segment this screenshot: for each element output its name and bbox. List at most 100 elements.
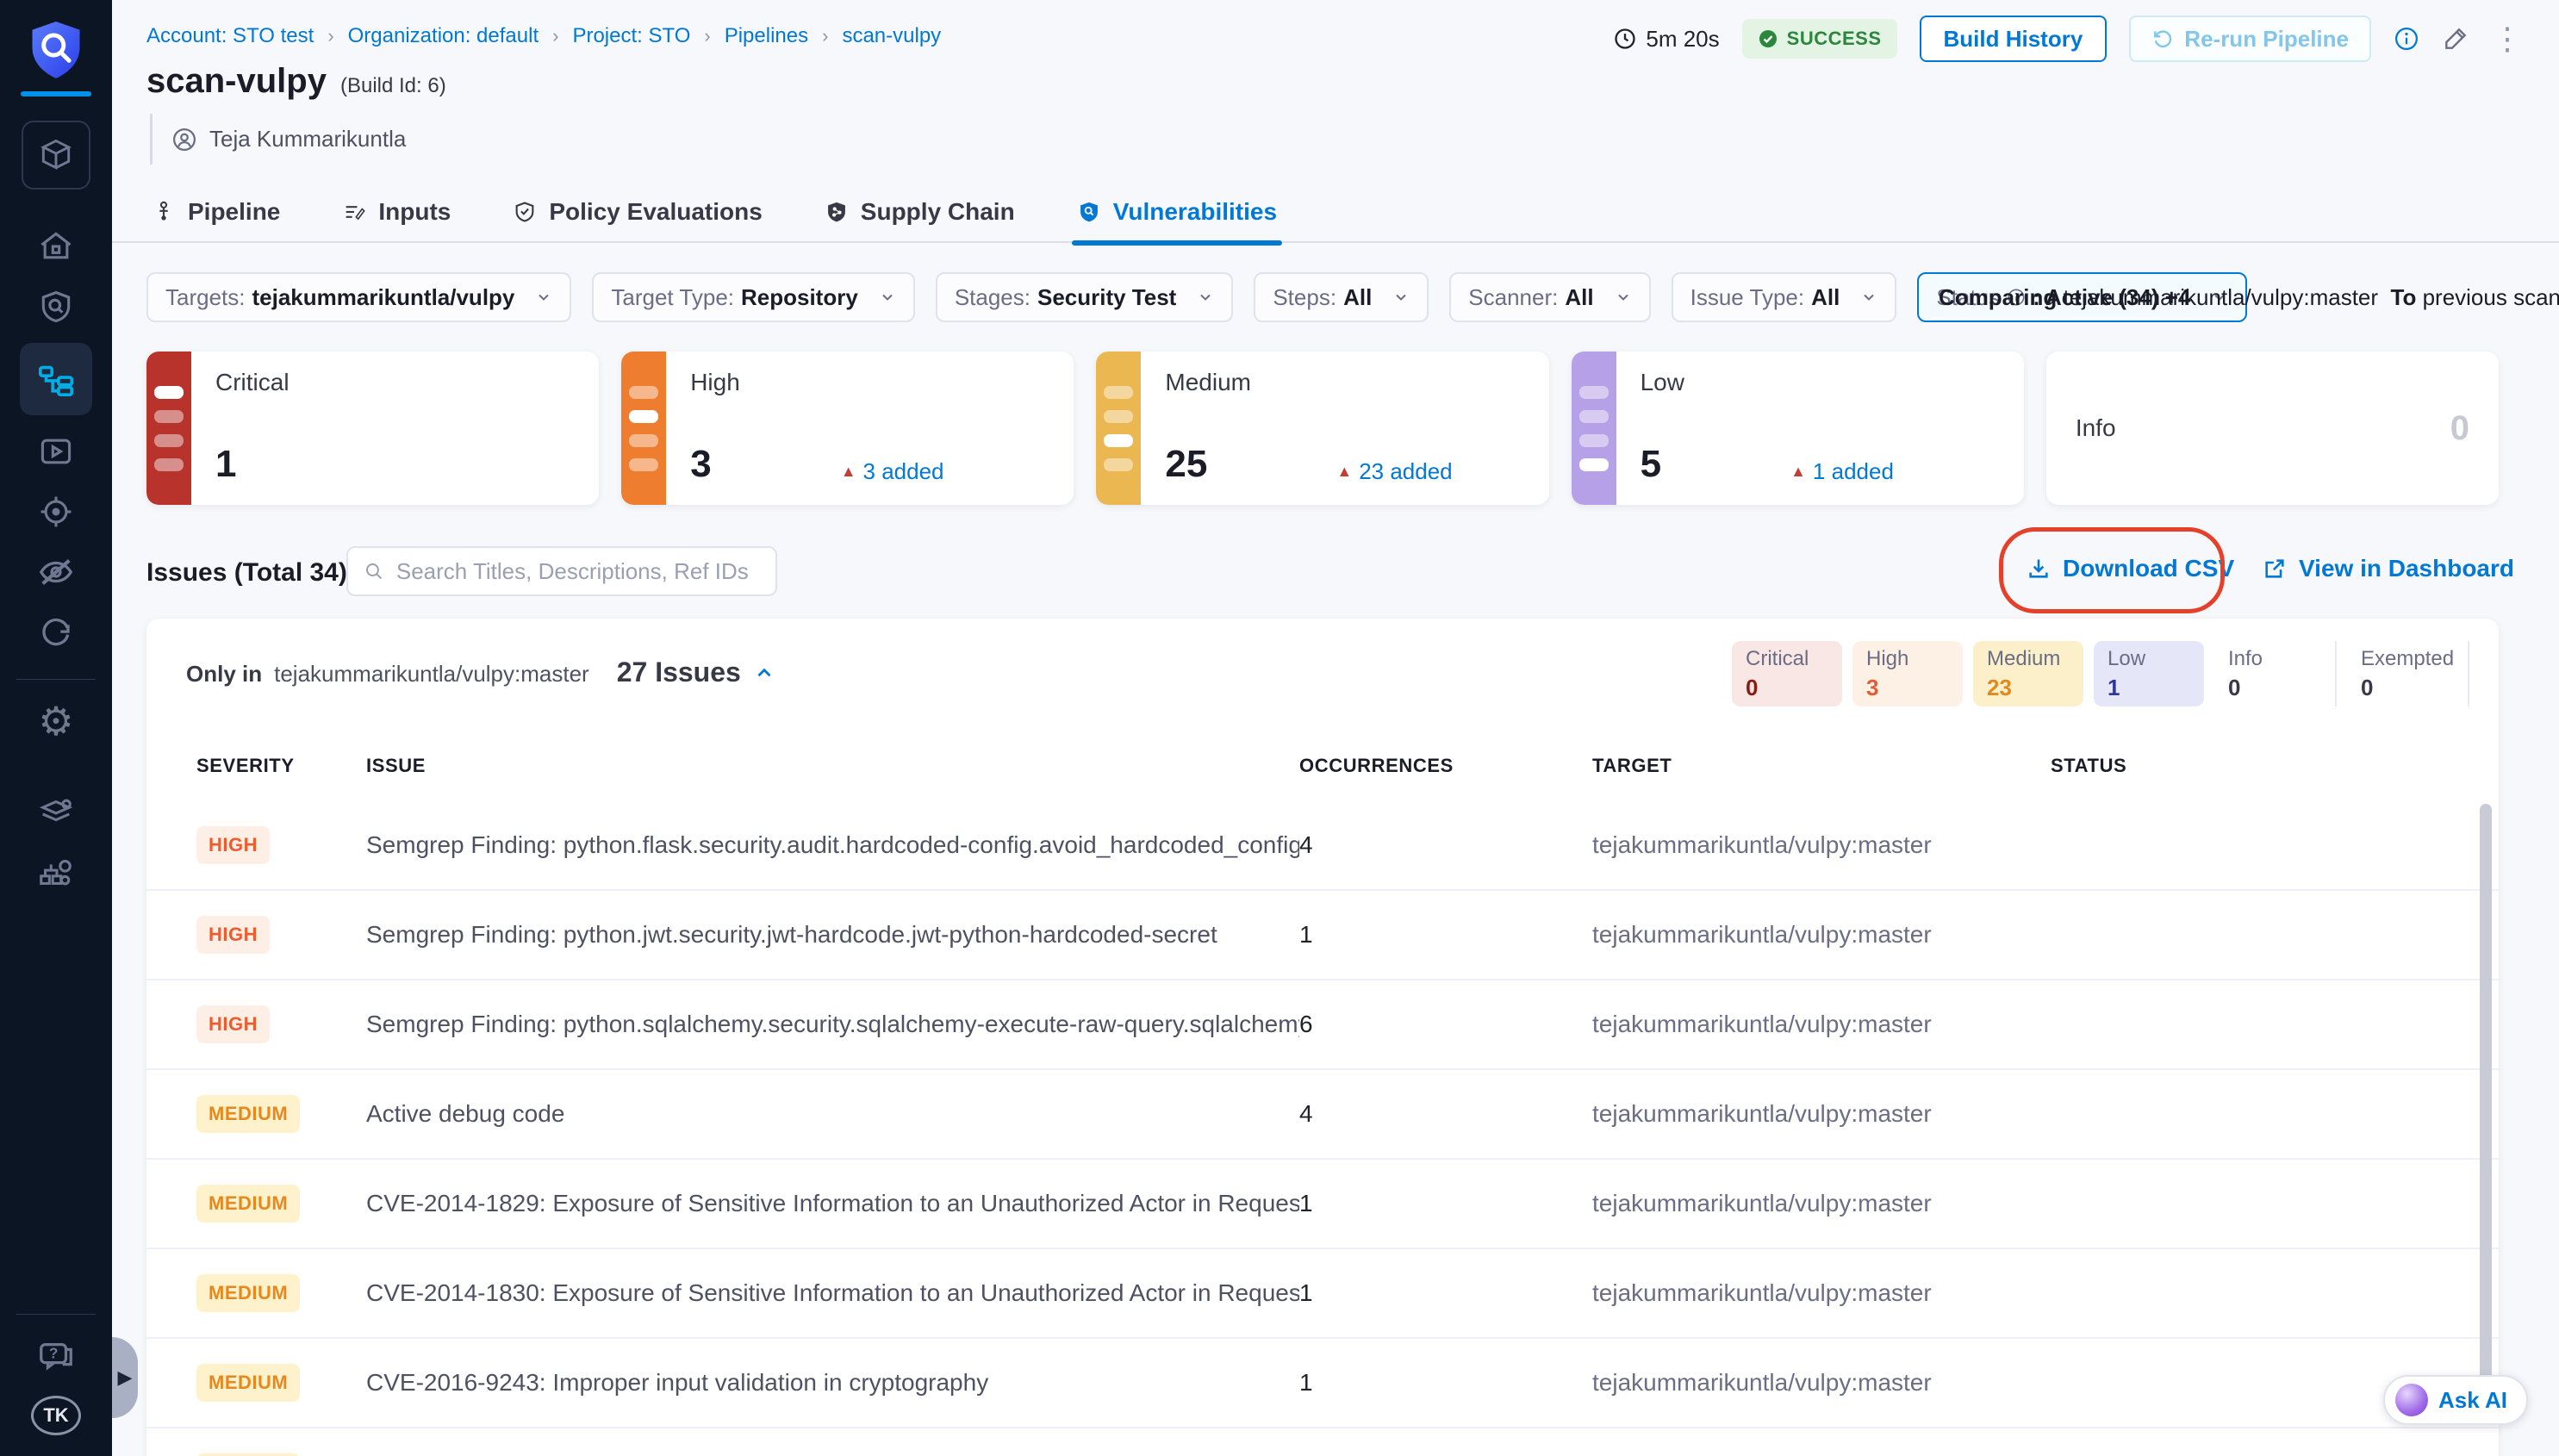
issue-row[interactable]: HIGH Semgrep Finding: python.sqlalchemy.… (146, 980, 2499, 1070)
breadcrumb-current[interactable]: scan-vulpy (842, 24, 941, 48)
chevron-up-icon[interactable] (753, 662, 775, 684)
issue-row[interactable]: HIGH Semgrep Finding: python.flask.secur… (146, 801, 2499, 891)
info-icon[interactable] (2394, 26, 2419, 52)
sidebar-item-project-settings[interactable]: ⚙ (20, 694, 92, 749)
tab-inputs[interactable]: Inputs (342, 182, 451, 242)
chevron-down-icon (1615, 289, 1632, 306)
breadcrumb-account[interactable]: Account: STO test (146, 24, 314, 48)
tab-supply-chain[interactable]: Supply Chain (825, 182, 1015, 242)
breadcrumb-pipelines[interactable]: Pipelines (725, 24, 808, 48)
rerun-icon (2151, 28, 2174, 50)
download-csv-button[interactable]: Download CSV (2027, 555, 2234, 582)
view-in-dashboard-button[interactable]: View in Dashboard (2263, 555, 2514, 582)
triangle-up-icon: ▲ (1336, 463, 1352, 481)
sidebar-item-default-settings[interactable] (20, 785, 92, 840)
sidebar-item-test-targets[interactable] (20, 484, 92, 539)
pipelines-graph-icon (36, 359, 76, 399)
search-input[interactable] (396, 558, 760, 585)
triggered-by-user: Teja Kummarikuntla (150, 114, 406, 165)
new-issues-indicator: ▲3 added (841, 458, 944, 485)
ask-ai-button[interactable]: Ask AI (2383, 1375, 2528, 1425)
sidebar-item-pipelines-active[interactable] (20, 343, 92, 415)
search-icon (364, 560, 384, 582)
tab-pipeline[interactable]: Pipeline (152, 182, 280, 242)
tab-policy-evaluations[interactable]: Policy Evaluations (513, 182, 762, 242)
chip-low: Low1 (2094, 641, 2204, 706)
issue-row[interactable]: MEDIUM Active debug code 4 tejakummariku… (146, 1070, 2499, 1160)
severity-card-medium[interactable]: Medium 25 ▲23 added (1096, 352, 1548, 505)
chip-info: Info0 (2214, 641, 2325, 706)
more-options-icon[interactable]: ⋮ (2492, 27, 2523, 52)
filter-stages[interactable]: Stages:Security Test (936, 272, 1234, 322)
tab-vulnerabilities[interactable]: Vulnerabilities (1077, 182, 1277, 242)
nav-accent-bar (21, 91, 91, 96)
filter-target-type[interactable]: Target Type:Repository (592, 272, 914, 322)
sidebar-item-org-resources[interactable] (20, 845, 92, 900)
user-avatar[interactable]: TK (31, 1396, 81, 1435)
severity-count-chips: Critical0 High3 Medium23 Low1 Info0 Exem… (1732, 641, 2469, 706)
pipeline-tab-icon (152, 200, 176, 224)
rerun-pipeline-button[interactable]: Re-run Pipeline (2129, 16, 2371, 62)
expand-arrow-icon: ▶ (118, 1366, 133, 1389)
issues-group-header[interactable]: Only in tejakummarikuntla/vulpy:master 2… (186, 656, 775, 688)
sidebar-item-security-review[interactable] (20, 544, 92, 600)
layers-gear-icon (36, 793, 76, 832)
chip-critical: Critical0 (1732, 641, 1842, 706)
module-selector[interactable] (22, 121, 90, 190)
vulnerabilities-shield-icon (1077, 200, 1101, 224)
breadcrumb-org[interactable]: Organization: default (348, 24, 539, 48)
harness-sto-logo-icon (28, 19, 84, 81)
build-history-button[interactable]: Build History (1920, 16, 2108, 62)
critical-gauge-icon (146, 352, 191, 505)
build-id-label: (Build Id: 6) (340, 74, 446, 98)
severity-badge: HIGH (196, 1005, 270, 1043)
issue-row[interactable]: MEDIUM CVE-2014-1829: Exposure of Sensit… (146, 1160, 2499, 1249)
issues-total-heading: Issues (Total 34) (146, 558, 347, 588)
filter-steps[interactable]: Steps:All (1254, 272, 1429, 322)
issue-row[interactable]: MEDIUM CVE-2017-11424: PyJWT... 1 tejaku… (146, 1428, 2499, 1456)
chip-divider (2335, 641, 2337, 706)
check-circle-icon (1758, 28, 1778, 49)
table-scrollbar[interactable] (2480, 804, 2492, 1398)
download-icon (2027, 557, 2051, 581)
supply-chain-shield-icon (825, 200, 849, 224)
filter-scanner[interactable]: Scanner:All (1449, 272, 1650, 322)
issues-table-header: SEVERITY ISSUE OCCURRENCES TARGET STATUS (196, 755, 2449, 777)
sidebar-divider (16, 1314, 96, 1315)
new-issues-indicator: ▲1 added (1790, 458, 1894, 485)
severity-badge: MEDIUM (196, 1185, 300, 1223)
breadcrumb-project[interactable]: Project: STO (572, 24, 690, 48)
external-link-icon (2263, 557, 2287, 581)
executions-play-icon (37, 432, 75, 470)
severity-card-low[interactable]: Low 5 ▲1 added (1572, 352, 2024, 505)
sidebar-item-getting-started[interactable] (20, 605, 92, 660)
chip-high: High3 (1852, 641, 1963, 706)
issues-search[interactable] (346, 546, 777, 596)
sidebar-item-help[interactable]: ? (20, 1328, 92, 1384)
issue-row[interactable]: HIGH Semgrep Finding: python.jwt.securit… (146, 891, 2499, 980)
filter-issue-type[interactable]: Issue Type:All (1672, 272, 1897, 322)
severity-card-high[interactable]: High 3 ▲3 added (621, 352, 1074, 505)
user-icon (171, 127, 197, 152)
sidebar-item-executions[interactable] (20, 424, 92, 479)
sidebar-item-overview[interactable] (20, 279, 92, 334)
issue-row[interactable]: MEDIUM CVE-2016-9243: Improper input val… (146, 1339, 2499, 1428)
severity-card-critical[interactable]: Critical 1 (146, 352, 599, 505)
sidebar-item-home[interactable] (20, 219, 92, 274)
issues-table-body: HIGH Semgrep Finding: python.flask.secur… (146, 801, 2499, 1456)
edit-pencil-icon[interactable] (2442, 25, 2469, 53)
new-issues-indicator: ▲23 added (1336, 458, 1452, 485)
left-nav-sidebar: ⚙ ? TK (0, 0, 112, 1456)
severity-card-info[interactable]: Info 0 (2046, 352, 2499, 505)
eye-off-icon (36, 552, 76, 592)
filter-bar: Targets:tejakummarikuntla/vulpy Target T… (146, 272, 2247, 322)
shield-search-icon (37, 288, 75, 326)
clock-icon (1613, 27, 1637, 51)
chevron-down-icon (1860, 289, 1877, 306)
medium-gauge-icon (1096, 352, 1141, 505)
severity-badge: HIGH (196, 826, 270, 864)
issue-row[interactable]: MEDIUM CVE-2014-1830: Exposure of Sensit… (146, 1249, 2499, 1339)
policy-shield-icon (513, 200, 537, 224)
comparing-label: Comparing tejakummarikuntla/vulpy:master… (1939, 284, 2559, 311)
filter-targets[interactable]: Targets:tejakummarikuntla/vulpy (146, 272, 571, 322)
